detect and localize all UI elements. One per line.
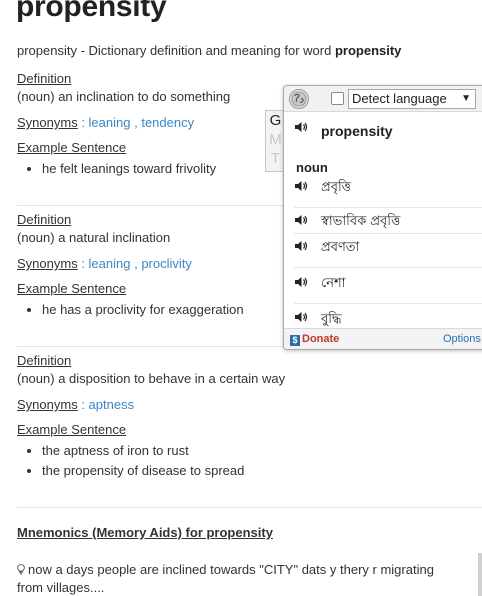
translation-item: স্বাভাবিক প্রবৃত্তি (321, 214, 401, 229)
language-select[interactable]: Detect language ▼ (348, 89, 476, 109)
synonyms-separator: : (77, 397, 89, 412)
scrollbar[interactable] (478, 553, 482, 596)
synonyms-label: Synonyms (17, 397, 78, 412)
translation-divider (294, 267, 482, 268)
example-item: the propensity of disease to spread (42, 461, 477, 481)
subtitle-word: propensity (334, 43, 402, 58)
dropdown-caret-icon: ▼ (461, 93, 471, 104)
speaker-icon[interactable] (294, 311, 308, 323)
example-label: Example Sentence (17, 140, 127, 155)
globe-icon[interactable] (289, 89, 309, 109)
translation-divider (294, 303, 482, 304)
synonym-comma: , (130, 256, 142, 271)
example-item: the aptness of iron to rust (42, 441, 477, 461)
language-select-value: Detect language (352, 91, 447, 106)
translation-item: নেশা (321, 276, 346, 291)
options-link[interactable]: Options (443, 333, 481, 345)
synonym-link-tendency[interactable]: tendency (141, 115, 194, 130)
popup-toolbar: Detect language ▼ ▲ (284, 86, 482, 112)
synonym-link-leaning[interactable]: leaning (89, 256, 131, 271)
donate-label: Donate (302, 333, 340, 345)
subtitle-prefix: propensity - Dictionary definition and m… (17, 43, 335, 58)
lightbulb-icon (17, 564, 25, 575)
speaker-icon[interactable] (294, 214, 308, 226)
synonym-link-leaning[interactable]: leaning (89, 115, 131, 130)
globe-glyph (291, 91, 307, 107)
gmt-side-tab[interactable]: G M T (265, 110, 285, 172)
mnemonic-text: now a days people are inclined towards "… (17, 562, 434, 595)
definition-label: Definition (17, 212, 72, 227)
translation-item: প্রবৃত্তি (321, 180, 351, 195)
page-title: propensity (16, 0, 167, 23)
example-label: Example Sentence (17, 281, 127, 296)
mnemonics-title: Mnemonics (Memory Aids) for propensity (17, 525, 273, 540)
example-label: Example Sentence (17, 422, 127, 437)
synonym-link-aptness[interactable]: aptness (89, 397, 135, 412)
synonyms-row: Synonyms : aptness (17, 397, 477, 412)
speaker-icon[interactable] (294, 121, 308, 133)
popup-checkbox[interactable] (331, 92, 344, 105)
dictionary-popup: Detect language ▼ ▲ propensity noun প্রব… (283, 85, 482, 350)
synonym-comma: , (130, 115, 142, 130)
translation-divider (294, 207, 482, 208)
section-divider (17, 507, 482, 508)
speaker-icon[interactable] (294, 276, 308, 288)
synonyms-separator: : (77, 115, 89, 130)
definition-label: Definition (17, 353, 72, 368)
translation-item: প্রবণতা (321, 240, 360, 255)
definition-entry-3: Definition (noun) a disposition to behav… (17, 353, 477, 481)
synonym-link-proclivity[interactable]: proclivity (141, 256, 192, 271)
definition-text: (noun) a disposition to behave in a cert… (17, 371, 286, 386)
example-list: the aptness of iron to rust the propensi… (42, 441, 477, 481)
definition-label: Definition (17, 71, 72, 86)
mnemonic-item: now a days people are inclined towards "… (17, 561, 457, 596)
dollar-icon: $ (290, 335, 300, 346)
synonyms-label: Synonyms (17, 256, 78, 271)
speaker-icon[interactable] (294, 180, 308, 192)
part-of-speech: noun (296, 160, 328, 175)
speaker-icon[interactable] (294, 240, 308, 252)
page-subtitle: propensity - Dictionary definition and m… (17, 43, 401, 58)
popup-head-word: propensity (321, 123, 393, 139)
translation-divider (294, 233, 482, 234)
synonyms-separator: : (77, 256, 89, 271)
donate-link[interactable]: $ Donate (290, 333, 339, 346)
popup-footer: $ Donate Options (284, 328, 482, 349)
synonyms-label: Synonyms (17, 115, 78, 130)
